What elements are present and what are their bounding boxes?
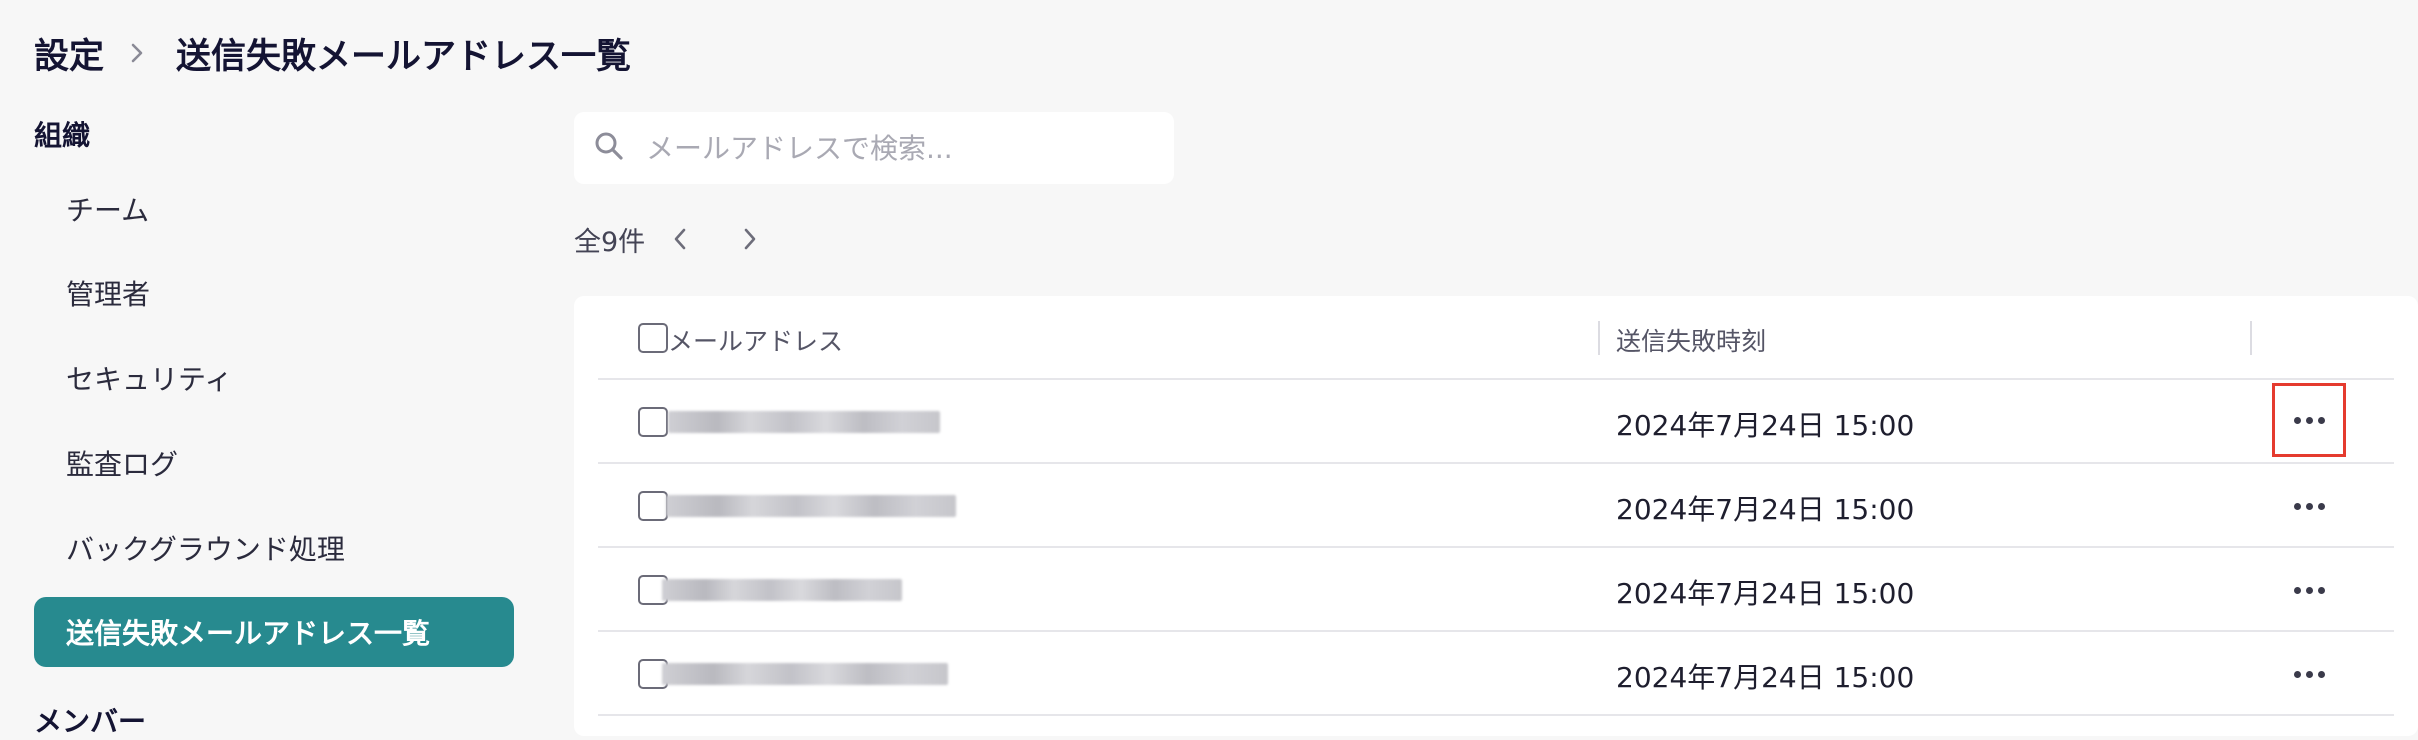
chevron-right-icon: [744, 228, 756, 250]
breadcrumb: 設定 送信失敗メールアドレス一覧: [34, 24, 631, 82]
column-header-failed-at[interactable]: 送信失敗時刻: [1616, 322, 1766, 358]
table-row: ██████████ 2024年7月24日 15:00: [598, 548, 2394, 632]
search-input[interactable]: [644, 130, 1174, 166]
table-header-row: メールアドレス 送信失敗時刻: [598, 296, 2394, 380]
email-address-redacted: █████████████: [666, 495, 956, 517]
sidebar-item-label: 送信失敗メールアドレス一覧: [66, 617, 431, 650]
sidebar-item-label: 監査ログ: [66, 448, 179, 481]
sidebar-group-label-member: メンバー: [34, 705, 147, 738]
table-row: ████████████ 2024年7月24日 15:00: [598, 632, 2394, 716]
table-row: █████████████ 2024年7月24日 15:00: [598, 464, 2394, 548]
chevron-right-icon: [130, 43, 150, 63]
row-actions-button[interactable]: [2272, 553, 2346, 627]
row-actions-button[interactable]: [2272, 637, 2346, 711]
row-checkbox[interactable]: [638, 407, 668, 437]
pagination: 全9件: [574, 214, 785, 264]
sidebar-item-security[interactable]: セキュリティ: [34, 343, 514, 413]
next-page-button[interactable]: [715, 214, 785, 264]
failed-at: 2024年7月24日 15:00: [1616, 577, 1915, 610]
sidebar-item-label: セキュリティ: [66, 363, 233, 396]
sidebar-item-audit-log[interactable]: 監査ログ: [34, 428, 514, 498]
failed-emails-table: メールアドレス 送信失敗時刻 ████████████ 2024年7月24日 1…: [574, 296, 2418, 736]
more-horizontal-icon: [2293, 502, 2325, 510]
sidebar-group-label-org: 組織: [34, 119, 91, 152]
sidebar-item-label: チーム: [66, 194, 150, 227]
sidebar-item-label: 管理者: [66, 278, 151, 311]
page-title: 送信失敗メールアドレス一覧: [176, 36, 632, 77]
more-horizontal-icon: [2293, 670, 2325, 678]
failed-at: 2024年7月24日 15:00: [1616, 493, 1915, 526]
total-count: 全9件: [574, 226, 646, 258]
search-box[interactable]: [574, 112, 1174, 184]
email-address-redacted: ████████████: [668, 411, 940, 433]
failed-at: 2024年7月24日 15:00: [1616, 661, 1915, 694]
row-actions-button[interactable]: [2272, 383, 2346, 457]
email-address-redacted: ████████████: [662, 663, 948, 685]
column-divider: [1598, 321, 1600, 355]
select-all-checkbox[interactable]: [638, 323, 668, 353]
more-horizontal-icon: [2293, 416, 2325, 424]
column-divider: [2250, 321, 2252, 355]
sidebar-item-label: バックグラウンド処理: [66, 533, 345, 566]
row-actions-button[interactable]: [2272, 469, 2346, 543]
row-checkbox[interactable]: [638, 491, 668, 521]
column-header-email[interactable]: メールアドレス: [668, 322, 843, 358]
email-address-redacted: ██████████: [662, 579, 902, 601]
table-row: ████████████ 2024年7月24日 15:00: [598, 380, 2394, 464]
search-icon: [592, 129, 626, 167]
failed-at: 2024年7月24日 15:00: [1616, 409, 1915, 442]
sidebar-item-background-jobs[interactable]: バックグラウンド処理: [34, 513, 514, 583]
sidebar-item-failed-emails[interactable]: 送信失敗メールアドレス一覧: [34, 597, 514, 667]
prev-page-button[interactable]: [645, 214, 715, 264]
chevron-left-icon: [674, 228, 686, 250]
sidebar-item-team[interactable]: チーム: [34, 174, 514, 244]
sidebar-item-admins[interactable]: 管理者: [34, 258, 514, 328]
more-horizontal-icon: [2293, 586, 2325, 594]
breadcrumb-parent[interactable]: 設定: [34, 28, 104, 79]
